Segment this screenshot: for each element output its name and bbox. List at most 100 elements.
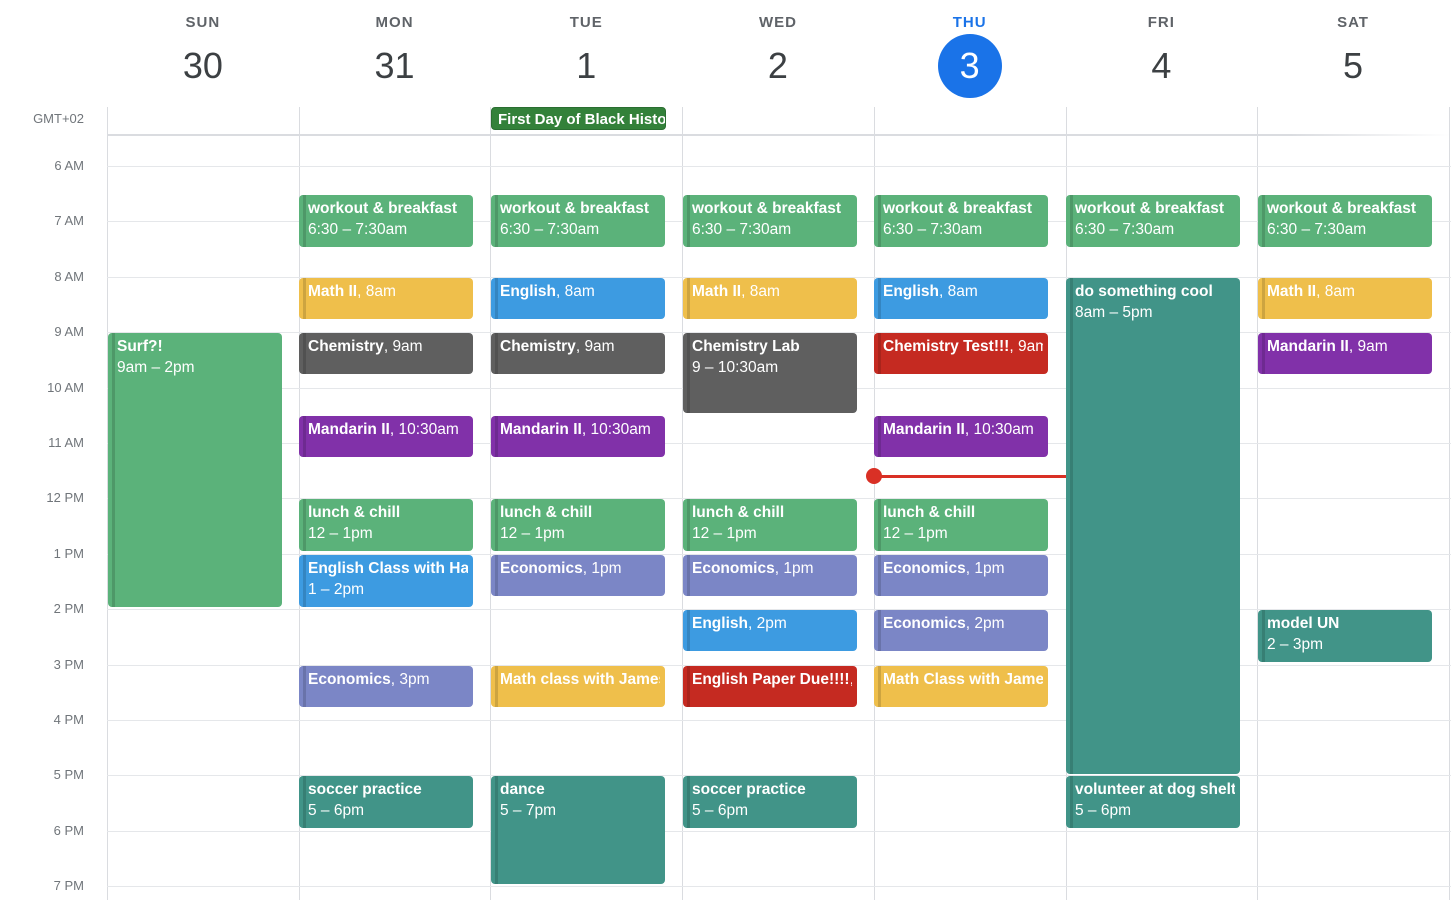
calendar-event[interactable]: Chemistry Test!!!, 9am [874,333,1048,374]
calendar-event[interactable]: Chemistry, 9am [491,333,665,374]
hour-label: 7 AM [54,213,84,228]
event-title: Economics [883,615,966,632]
calendar-event[interactable]: English Paper Due!!!!, 3pm [683,666,857,707]
day-header-wed[interactable]: WED 2 [682,0,874,108]
event-time: 3pm [399,671,430,688]
calendar-event[interactable]: Economics, 2pm [874,610,1048,651]
event-time: 5 – 6pm [1075,802,1132,819]
event-time: 6:30 – 7:30am [1267,221,1367,238]
calendar-event[interactable]: Economics, 1pm [874,555,1048,596]
hour-label: 9 AM [54,324,84,339]
event-time: 8am [1324,283,1355,300]
calendar-event[interactable]: workout & breakfast 6:30 – 7:30am [491,195,665,247]
calendar-event[interactable]: do something cool 8am – 5pm [1066,278,1240,774]
calendar-event[interactable]: Economics, 1pm [491,555,665,596]
hour-label: 3 PM [53,657,84,672]
calendar-event[interactable]: model UN 2 – 3pm [1258,610,1432,662]
calendar-event[interactable]: Chemistry Lab 9 – 10:30am [683,333,857,413]
day-header-fri[interactable]: FRI 4 [1066,0,1258,108]
event-title: do something cool [1075,283,1213,300]
event-title: dance [500,781,545,798]
calendar-event[interactable]: dance 5 – 7pm [491,776,665,884]
day-of-week-label: TUE [569,14,603,31]
event-summary: Math II, 8am [1267,281,1427,302]
event-summary: English Paper Due!!!!, 3pm [692,669,852,690]
calendar-event[interactable]: lunch & chill 12 – 1pm [491,499,665,551]
event-summary: English, 8am [883,281,1043,302]
hour-line [107,166,1451,167]
event-time: 1pm [783,560,814,577]
calendar-event[interactable]: Surf?! 9am – 2pm [108,333,282,607]
calendar-event[interactable]: workout & breakfast 6:30 – 7:30am [1066,195,1240,247]
calendar-event[interactable]: Math II, 8am [683,278,857,319]
all-day-event[interactable]: First Day of Black History Month [491,107,666,130]
date-number[interactable]: 3 [937,34,1002,98]
event-summary: Economics, 1pm [692,558,852,579]
event-time: 8am [365,283,396,300]
hour-label: 12 PM [46,490,84,505]
calendar-event[interactable]: soccer practice 5 – 6pm [299,776,473,828]
hour-label: 1 PM [53,546,84,561]
hour-label: 10 AM [47,380,84,395]
separator: , [555,283,565,300]
event-title: Math II [308,283,358,300]
date-number[interactable]: 30 [171,34,235,98]
calendar-event[interactable]: lunch & chill 12 – 1pm [683,499,857,551]
calendar-event[interactable]: English Class with Hadley 1 – 2pm [299,555,473,607]
calendar-event[interactable]: English, 8am [874,278,1048,319]
date-number[interactable]: 31 [363,34,427,98]
event-title: Mandarin II [308,421,390,438]
event-summary: Chemistry, 9am [500,336,660,357]
day-header-thu[interactable]: THU 3 [874,0,1066,108]
timezone-label: GMT+02 [33,111,84,126]
calendar-event[interactable]: Math II, 8am [299,278,473,319]
calendar-event[interactable]: workout & breakfast 6:30 – 7:30am [1258,195,1432,247]
calendar-event[interactable]: Math II, 8am [1258,278,1432,319]
calendar-event[interactable]: Mandarin II, 10:30am [874,416,1048,457]
calendar-event[interactable]: English, 8am [491,278,665,319]
calendar-event[interactable]: volunteer at dog shelter 5 – 6pm [1066,776,1240,828]
date-number[interactable]: 1 [554,34,618,98]
day-header-sun[interactable]: SUN 30 [107,0,299,108]
event-summary: Mandarin II, 9am [1267,336,1427,357]
now-dot [866,468,882,484]
event-summary: Economics, 2pm [883,613,1043,634]
event-summary: Economics, 1pm [883,558,1043,579]
event-title: Surf?! [117,338,163,355]
hour-line [107,886,1451,887]
calendar-event[interactable]: Economics, 3pm [299,666,473,707]
column-divider [1449,107,1450,900]
hour-label: 2 PM [53,601,84,616]
calendar-event[interactable]: Mandarin II, 10:30am [491,416,665,457]
date-number[interactable]: 2 [746,34,810,98]
event-title: volunteer at dog shelter [1075,781,1235,798]
calendar-event[interactable]: workout & breakfast 6:30 – 7:30am [874,195,1048,247]
calendar-event[interactable]: Chemistry, 9am [299,333,473,374]
calendar-event[interactable]: Math class with James, 3pm [491,666,665,707]
calendar-event[interactable]: English, 2pm [683,610,857,651]
event-title: Mandarin II [1267,338,1349,355]
date-number[interactable]: 5 [1321,34,1385,98]
day-header-sat[interactable]: SAT 5 [1257,0,1449,108]
event-title: lunch & chill [500,504,593,521]
calendar-event[interactable]: Math Class with James, 3pm [874,666,1048,707]
event-title: Economics [500,560,583,577]
separator: , [850,671,852,688]
calendar-event[interactable]: Economics, 1pm [683,555,857,596]
day-header-tue[interactable]: TUE 1 [490,0,682,108]
calendar-event[interactable]: Mandarin II, 9am [1258,333,1432,374]
calendar-event[interactable]: lunch & chill 12 – 1pm [299,499,473,551]
separator: , [1316,283,1325,300]
calendar-event[interactable]: workout & breakfast 6:30 – 7:30am [683,195,857,247]
date-number[interactable]: 4 [1129,34,1193,98]
calendar-event[interactable]: lunch & chill 12 – 1pm [874,499,1048,551]
event-time: 6:30 – 7:30am [500,221,600,238]
event-title: Economics [883,560,966,577]
event-time: 9am [392,338,423,355]
day-header-mon[interactable]: MON 31 [299,0,491,108]
event-summary: Chemistry, 9am [308,336,468,357]
hour-line [107,720,1451,721]
calendar-event[interactable]: workout & breakfast 6:30 – 7:30am [299,195,473,247]
calendar-event[interactable]: soccer practice 5 – 6pm [683,776,857,828]
calendar-event[interactable]: Mandarin II, 10:30am [299,416,473,457]
